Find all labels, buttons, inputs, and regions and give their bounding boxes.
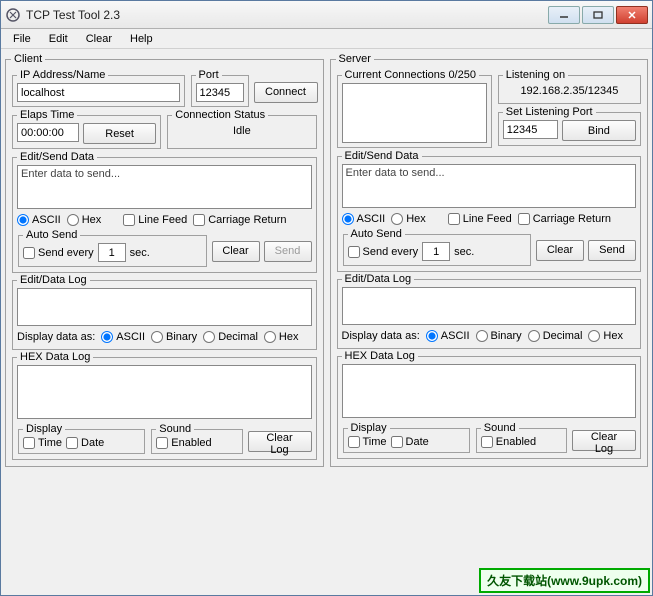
client-clear-button[interactable]: Clear bbox=[212, 241, 260, 262]
server-conn-list[interactable] bbox=[342, 83, 487, 143]
server-interval-input[interactable] bbox=[422, 242, 450, 261]
close-button[interactable] bbox=[616, 6, 648, 24]
client-log-ascii-radio[interactable]: ASCII bbox=[101, 331, 145, 343]
client-hexlog-group: HEX Data Log Display Time Date Sound Ena… bbox=[12, 351, 317, 460]
menu-help[interactable]: Help bbox=[122, 31, 161, 47]
server-date-check[interactable]: Date bbox=[391, 436, 429, 448]
client-time-check[interactable]: Time bbox=[23, 437, 62, 449]
client-ascii-radio[interactable]: ASCII bbox=[17, 214, 61, 226]
bind-button[interactable]: Bind bbox=[562, 120, 636, 141]
client-hexlog-list[interactable] bbox=[17, 365, 312, 419]
server-log-hex-radio[interactable]: Hex bbox=[588, 330, 623, 342]
minimize-button[interactable] bbox=[548, 6, 580, 24]
server-send-button[interactable]: Send bbox=[588, 240, 636, 261]
server-datalog-textarea[interactable] bbox=[342, 287, 637, 325]
client-linefeed-check[interactable]: Line Feed bbox=[123, 214, 187, 226]
client-ip-group: IP Address/Name bbox=[12, 69, 185, 107]
titlebar[interactable]: TCP Test Tool 2.3 bbox=[1, 1, 652, 29]
client-clearlog-button[interactable]: Clear Log bbox=[248, 431, 312, 452]
elaps-time-group: Elaps Time Reset bbox=[12, 109, 161, 149]
server-clear-button[interactable]: Clear bbox=[536, 240, 584, 261]
menu-edit[interactable]: Edit bbox=[41, 31, 76, 47]
conn-status-group: Connection Status Idle bbox=[167, 109, 316, 149]
watermark: 久友下载站(www.9upk.com) bbox=[479, 568, 650, 593]
content: Client IP Address/Name Port Connect Elap… bbox=[1, 49, 652, 471]
server-listening-group: Listening on 192.168.2.35/12345 bbox=[498, 69, 641, 104]
conn-status-value: Idle bbox=[172, 123, 311, 139]
client-date-check[interactable]: Date bbox=[66, 437, 104, 449]
reset-button[interactable]: Reset bbox=[83, 123, 156, 144]
client-autosend-group: Auto Send Send every sec. bbox=[18, 229, 207, 267]
server-sound-enabled-check[interactable]: Enabled bbox=[481, 436, 536, 448]
client-port-group: Port bbox=[191, 69, 249, 107]
server-autosend-group: Auto Send Send every sec. bbox=[343, 228, 532, 266]
server-group: Server Current Connections 0/250 Listeni… bbox=[330, 53, 649, 467]
menu-file[interactable]: File bbox=[5, 31, 39, 47]
server-linefeed-check[interactable]: Line Feed bbox=[448, 213, 512, 225]
client-editsend-group: Edit/Send Data Enter data to send... ASC… bbox=[12, 151, 317, 273]
client-sendevery-check[interactable]: Send every bbox=[23, 247, 94, 259]
server-sendevery-check[interactable]: Send every bbox=[348, 246, 419, 258]
server-legend: Server bbox=[336, 53, 374, 65]
client-send-button[interactable]: Send bbox=[264, 241, 312, 262]
server-datalog-group: Edit/Data Log Display data as: ASCII Bin… bbox=[337, 273, 642, 349]
server-clearlog-button[interactable]: Clear Log bbox=[572, 430, 636, 451]
client-cr-check[interactable]: Carriage Return bbox=[193, 214, 286, 226]
server-time-check[interactable]: Time bbox=[348, 436, 387, 448]
server-log-decimal-radio[interactable]: Decimal bbox=[528, 330, 583, 342]
menubar: File Edit Clear Help bbox=[1, 29, 652, 49]
server-log-binary-radio[interactable]: Binary bbox=[476, 330, 522, 342]
client-log-hex-radio[interactable]: Hex bbox=[264, 331, 299, 343]
client-legend: Client bbox=[11, 53, 45, 65]
client-log-decimal-radio[interactable]: Decimal bbox=[203, 331, 258, 343]
client-sound-enabled-check[interactable]: Enabled bbox=[156, 437, 211, 449]
server-editsend-group: Edit/Send Data Enter data to send... ASC… bbox=[337, 150, 642, 272]
client-hex-radio[interactable]: Hex bbox=[67, 214, 102, 226]
elaps-time-input[interactable] bbox=[17, 123, 79, 142]
window-title: TCP Test Tool 2.3 bbox=[26, 8, 546, 22]
menu-clear[interactable]: Clear bbox=[78, 31, 120, 47]
client-ip-input[interactable] bbox=[17, 83, 180, 102]
server-send-textarea[interactable]: Enter data to send... bbox=[342, 164, 637, 208]
client-display-group: Display Time Date bbox=[18, 423, 145, 454]
server-port-input[interactable] bbox=[503, 120, 558, 139]
client-datalog-group: Edit/Data Log Display data as: ASCII Bin… bbox=[12, 274, 317, 350]
server-hex-radio[interactable]: Hex bbox=[391, 213, 426, 225]
client-sound-group: Sound Enabled bbox=[151, 423, 242, 454]
server-log-ascii-radio[interactable]: ASCII bbox=[426, 330, 470, 342]
server-setport-group: Set Listening Port Bind bbox=[498, 106, 641, 146]
maximize-button[interactable] bbox=[582, 6, 614, 24]
client-group: Client IP Address/Name Port Connect Elap… bbox=[5, 53, 324, 467]
server-cr-check[interactable]: Carriage Return bbox=[518, 213, 611, 225]
app-window: TCP Test Tool 2.3 File Edit Clear Help C… bbox=[0, 0, 653, 596]
connect-button[interactable]: Connect bbox=[254, 82, 318, 103]
server-curconn-group: Current Connections 0/250 bbox=[337, 69, 492, 148]
server-ascii-radio[interactable]: ASCII bbox=[342, 213, 386, 225]
server-listening-value: 192.168.2.35/12345 bbox=[503, 83, 636, 99]
server-hexlog-group: HEX Data Log Display Time Date Sound Ena… bbox=[337, 350, 642, 459]
client-port-input[interactable] bbox=[196, 83, 244, 102]
app-icon bbox=[5, 7, 21, 23]
client-datalog-textarea[interactable] bbox=[17, 288, 312, 326]
server-sound-group: Sound Enabled bbox=[476, 422, 567, 453]
client-interval-input[interactable] bbox=[98, 243, 126, 262]
server-display-group: Display Time Date bbox=[343, 422, 470, 453]
server-hexlog-list[interactable] bbox=[342, 364, 637, 418]
client-send-textarea[interactable]: Enter data to send... bbox=[17, 165, 312, 209]
client-log-binary-radio[interactable]: Binary bbox=[151, 331, 197, 343]
